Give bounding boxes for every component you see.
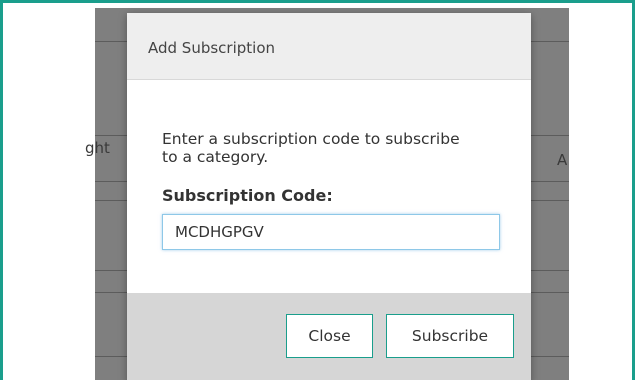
add-subscription-dialog: Add Subscription Enter a subscription co… xyxy=(127,13,531,380)
dialog-footer: Close Subscribe xyxy=(127,293,531,380)
subscribe-button[interactable]: Subscribe xyxy=(386,314,514,358)
dialog-instructions: Enter a subscription code to subscribe t… xyxy=(162,130,460,166)
close-button[interactable]: Close xyxy=(286,314,373,358)
subscribe-button-label: Subscribe xyxy=(411,327,489,345)
dialog-header: Add Subscription xyxy=(127,13,531,80)
close-button-label: Close xyxy=(308,327,351,345)
dialog-title: Add Subscription xyxy=(148,39,276,57)
background-column-header: ght xyxy=(85,139,110,157)
dialog-body: Enter a subscription code to subscribe t… xyxy=(127,80,531,293)
subscription-code-label: Subscription Code: xyxy=(162,186,333,205)
subscription-code-input[interactable] xyxy=(162,214,500,250)
app-frame: ght A Add Subscription Enter a subscript… xyxy=(0,0,635,380)
background-column-header: A xyxy=(557,151,568,169)
